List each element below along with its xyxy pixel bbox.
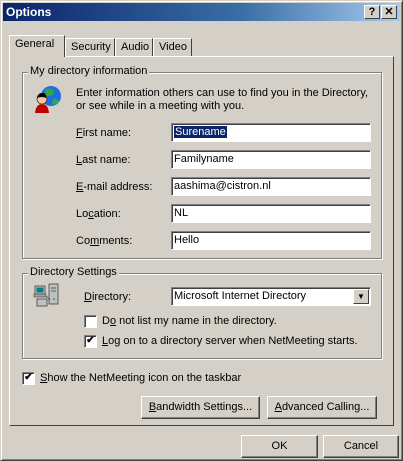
directory-select[interactable]: Microsoft Internet Directory [171, 287, 371, 306]
tab-video[interactable]: Video [153, 38, 192, 56]
options-dialog: Options ? ✕ General Security Audio Video… [0, 0, 403, 461]
directory-server-icon [33, 283, 59, 307]
first-name-input[interactable]: Surename [171, 123, 371, 142]
taskbar-icon-label: Show the NetMeeting icon on the taskbar [40, 372, 242, 384]
taskbar-icon-checkbox[interactable]: ✔ [22, 372, 35, 385]
general-tab-panel: My directory information Enter informati… [9, 56, 394, 426]
do-not-list-label: Do not list my name in the directory. [102, 315, 277, 327]
directory-settings-group-label: Directory Settings [28, 266, 119, 278]
directory-person-icon [35, 86, 61, 113]
location-input[interactable]: NL [171, 204, 371, 223]
cancel-button[interactable]: Cancel [323, 435, 399, 458]
close-button[interactable]: ✕ [381, 5, 397, 19]
advanced-calling-button[interactable]: Advanced Calling... [267, 396, 377, 419]
tab-general[interactable]: General [9, 35, 65, 57]
directory-label: Directory: [84, 291, 132, 303]
ok-button[interactable]: OK [241, 435, 318, 458]
comments-label: Comments: [76, 235, 133, 247]
directory-select-value: Microsoft Internet Directory [174, 290, 307, 302]
tab-security[interactable]: Security [65, 38, 115, 56]
last-name-label: Last name: [76, 154, 131, 166]
last-name-input[interactable]: Familyname [171, 150, 371, 169]
first-name-label: First name: [76, 127, 132, 139]
comments-input[interactable]: Hello [171, 231, 371, 250]
chevron-down-icon[interactable]: ▼ [353, 289, 369, 304]
intro-text-line1: Enter information others can use to find… [76, 87, 369, 99]
email-label: E-mail address: [76, 181, 153, 193]
log-on-checkbox[interactable]: ✔ [84, 335, 97, 348]
intro-text-line2: or see while in a meeting with you. [76, 100, 245, 112]
log-on-label: Log on to a directory server when NetMee… [102, 335, 358, 347]
bandwidth-settings-button[interactable]: Bandwidth Settings... [141, 396, 260, 419]
window-title: Options [6, 5, 52, 19]
location-label: Location: [76, 208, 121, 220]
email-input[interactable]: aashima@cistron.nl [171, 177, 371, 196]
my-directory-group-label: My directory information [28, 65, 150, 77]
help-button[interactable]: ? [364, 5, 380, 19]
do-not-list-checkbox[interactable] [84, 315, 97, 328]
title-bar[interactable]: Options ? ✕ [3, 3, 400, 21]
tab-audio[interactable]: Audio [115, 38, 153, 56]
